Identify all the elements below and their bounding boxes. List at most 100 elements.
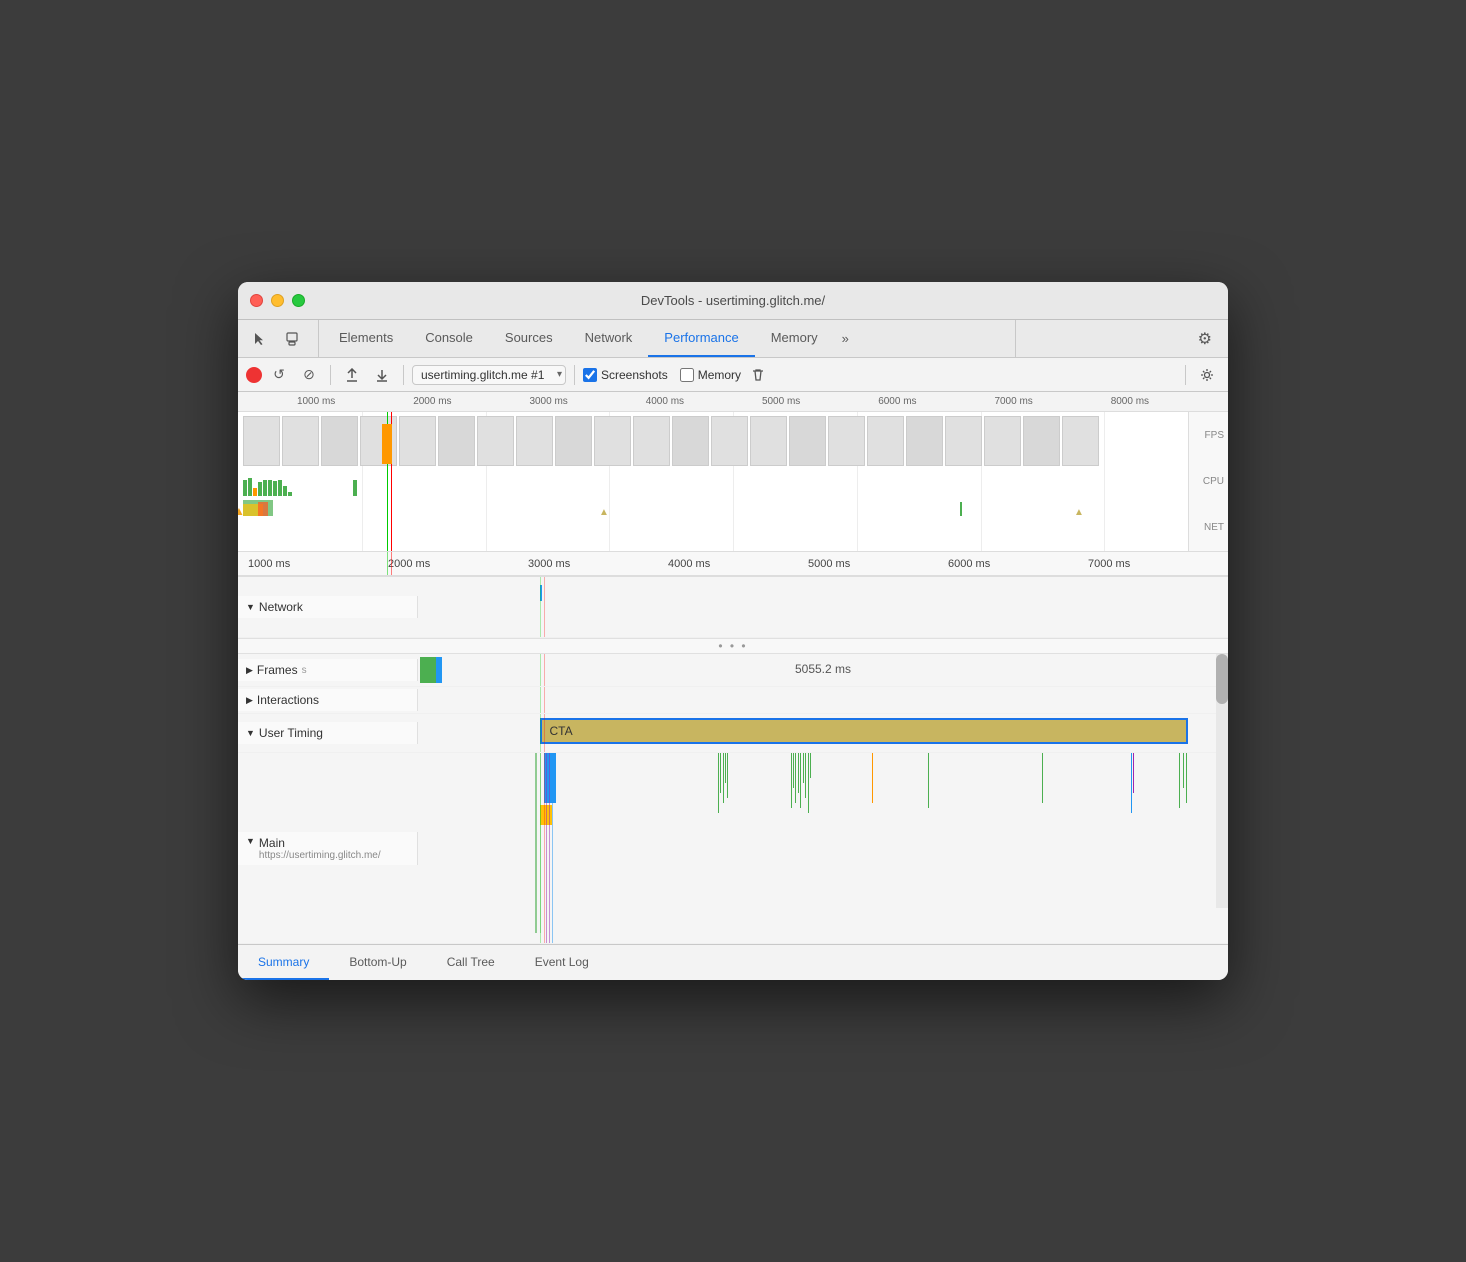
window-title: DevTools - usertiming.glitch.me/ — [641, 293, 825, 308]
interactions-toggle[interactable]: ▶ — [246, 695, 253, 706]
ruler-label-2: 2000 ms — [388, 558, 528, 570]
main-green-94-1 — [1179, 753, 1180, 808]
fps-bar — [268, 480, 272, 496]
fps-bar — [243, 480, 247, 496]
net-vline-green — [540, 577, 541, 637]
main-label-text: Main https://usertiming.glitch.me/ — [259, 836, 381, 861]
tab-network[interactable]: Network — [569, 320, 649, 357]
network-section-row: ▼ Network — [238, 577, 1228, 638]
main-green-cluster-b4 — [798, 753, 799, 793]
main-green-94-2 — [1183, 753, 1184, 788]
fps-spike — [960, 502, 962, 516]
bottom-tabs: Summary Bottom-Up Call Tree Event Log — [238, 944, 1228, 980]
bottom-panel: ▶ Frames s 5055.2 ms ▶ Interactions — [238, 654, 1228, 944]
tab-console[interactable]: Console — [409, 320, 489, 357]
cta-bar[interactable]: CTA — [540, 718, 1188, 744]
main-green-cluster-b1 — [791, 753, 792, 808]
nav-tabs: Elements Console Sources Network Perform… — [323, 320, 857, 357]
screenshot-thumb — [945, 416, 982, 466]
title-bar: DevTools - usertiming.glitch.me/ — [238, 282, 1228, 320]
fps-bar — [283, 486, 287, 496]
memory-checkbox[interactable] — [680, 368, 694, 382]
main-toggle[interactable]: ▼ — [246, 836, 255, 846]
main-purple-line — [546, 753, 547, 943]
perf-overview: ▲ ▲ ▲ FPS CPU — [238, 412, 1228, 552]
settings-button[interactable]: ⚙ — [1190, 320, 1220, 357]
ruler-label-5: 5000 ms — [808, 558, 948, 570]
main-green-77-1 — [1042, 753, 1043, 803]
cancel-button[interactable]: ⊘ — [296, 362, 322, 388]
maximize-button[interactable] — [292, 294, 305, 307]
main-url: https://usertiming.glitch.me/ — [259, 850, 381, 861]
screenshot-thumb — [516, 416, 553, 466]
scrollbar-thumb[interactable] — [1216, 654, 1228, 704]
overview-area: 1000 ms 2000 ms 3000 ms 4000 ms 5000 ms … — [238, 392, 1228, 577]
dots-separator: • • • — [238, 638, 1228, 654]
profile-select[interactable]: usertiming.glitch.me #1 — [412, 365, 566, 385]
close-button[interactable] — [250, 294, 263, 307]
reload-button[interactable]: ↺ — [266, 362, 292, 388]
warn-triangle-icon2: ▲ — [599, 502, 609, 520]
user-timing-label-text: User Timing — [259, 726, 323, 740]
main-orange-line — [872, 753, 873, 803]
tab-bottom-up[interactable]: Bottom-Up — [329, 945, 426, 980]
frames-s-label: s — [302, 665, 307, 676]
frames-toggle[interactable]: ▶ — [246, 665, 253, 676]
fps-bar — [258, 482, 262, 496]
user-timing-toggle[interactable]: ▼ — [246, 728, 255, 738]
download-button[interactable] — [369, 362, 395, 388]
fps-bar — [278, 480, 282, 496]
nav-icons — [246, 320, 319, 357]
time-mark-4000: 4000 ms — [607, 396, 723, 407]
screenshot-thumb — [438, 416, 475, 466]
cpu-bar-red — [258, 502, 268, 516]
tab-summary[interactable]: Summary — [238, 945, 329, 980]
fps-bar — [353, 480, 357, 496]
tab-elements[interactable]: Elements — [323, 320, 409, 357]
tab-sources[interactable]: Sources — [489, 320, 569, 357]
record-button[interactable] — [246, 367, 262, 383]
time-ruler-top: 1000 ms 2000 ms 3000 ms 4000 ms 5000 ms … — [238, 392, 1228, 412]
more-tabs-button[interactable]: » — [834, 320, 857, 357]
profile-select-wrap: usertiming.glitch.me #1 ▾ — [412, 365, 566, 385]
ruler-label-3: 3000 ms — [528, 558, 668, 570]
perf-settings-button[interactable] — [1194, 362, 1220, 388]
perf-side-labels: FPS CPU NET — [1188, 412, 1228, 551]
time-mark-5000: 5000 ms — [723, 396, 839, 407]
minimize-button[interactable] — [271, 294, 284, 307]
network-toggle[interactable]: ▼ — [246, 602, 255, 612]
fps-bar — [288, 492, 292, 496]
main-green-cluster-b5 — [800, 753, 801, 808]
orange-block — [382, 424, 392, 464]
interactions-label-text: Interactions — [257, 693, 319, 707]
frame-block-green — [420, 657, 436, 683]
traffic-lights — [250, 294, 305, 307]
tab-performance[interactable]: Performance — [648, 320, 754, 357]
tab-memory[interactable]: Memory — [755, 320, 834, 357]
nav-settings-divider — [1015, 320, 1032, 357]
device-icon[interactable] — [278, 325, 306, 353]
cpu-label: CPU — [1203, 476, 1224, 487]
cursor-icon[interactable] — [246, 325, 274, 353]
screenshot-thumb — [672, 416, 709, 466]
screenshot-thumb — [1062, 416, 1099, 466]
upload-button[interactable] — [339, 362, 365, 388]
main-green-cluster-b6 — [803, 753, 804, 783]
int-vline — [540, 687, 541, 713]
net-vline-red — [544, 577, 545, 637]
toolbar-divider-3 — [574, 365, 575, 385]
time-mark-6000: 6000 ms — [839, 396, 955, 407]
interactions-row: ▶ Interactions — [238, 687, 1228, 714]
main-vline-green — [540, 753, 541, 943]
user-timing-label: ▼ User Timing — [238, 722, 418, 744]
screenshots-checkbox[interactable] — [583, 368, 597, 382]
screenshots-row — [238, 416, 1188, 470]
cta-label: CTA — [550, 724, 573, 738]
main-green-cluster-2 — [720, 753, 721, 793]
clear-button[interactable] — [745, 362, 771, 388]
ruler-green-line — [387, 552, 388, 575]
warn-triangle-icon3: ▲ — [1074, 502, 1084, 520]
main-green-cluster-1 — [718, 753, 719, 813]
tab-event-log[interactable]: Event Log — [515, 945, 609, 980]
tab-call-tree[interactable]: Call Tree — [427, 945, 515, 980]
